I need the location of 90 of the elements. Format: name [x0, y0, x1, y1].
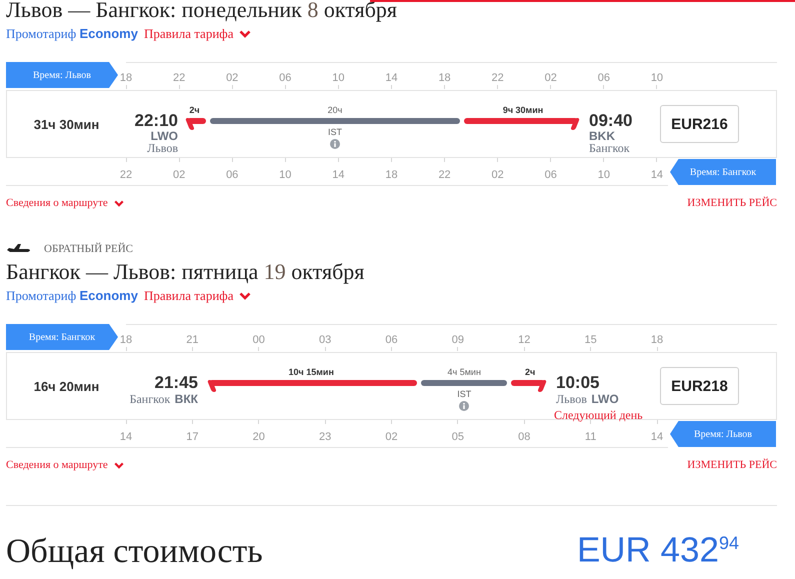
hour-tick-label: 02	[385, 431, 398, 444]
hour-tick-label: 22	[438, 169, 451, 182]
hour-tick-label: 21	[186, 334, 198, 347]
airport-code: BKK	[589, 130, 616, 142]
hour-tick-label: 18	[385, 169, 398, 182]
timezone-tag: Время: Львов	[670, 421, 776, 447]
arrival-time: 09:40	[589, 111, 634, 130]
city-name: Львов	[556, 392, 587, 406]
hour-tick-label: 06	[385, 334, 398, 347]
section-label: ОБРАТНЫЙ РЕЙС	[44, 243, 134, 255]
airport-code: ВКК	[174, 392, 198, 406]
fare-name: Промотариф Economy	[6, 26, 138, 42]
hour-tick-label: 14	[650, 431, 664, 444]
timezone-tag: Время: Львов	[6, 62, 118, 88]
total-label: Общая стоимость	[6, 532, 263, 571]
timezone-tag: Время: Бангкок	[6, 324, 118, 350]
total-price: EUR 432$^{94}$	[576, 530, 739, 570]
hour-tick-label: 14	[332, 169, 344, 182]
hour-tick-label: 22	[172, 72, 186, 85]
flight-title: Львов — Бангкок: понедельник 8 октября	[6, 0, 398, 22]
hour-tick-label: 15	[584, 334, 597, 347]
chevron-down-icon	[239, 292, 252, 300]
segment-duration: 9ч 30мин	[502, 105, 544, 116]
total-duration: 31ч 30мин	[32, 116, 100, 132]
layover-airport: IST	[457, 389, 472, 399]
arrival-time: 10:05	[556, 373, 600, 392]
hour-tick-label: 10	[332, 72, 344, 85]
fare-rules-link[interactable]: Правила тарифа	[144, 288, 252, 304]
hour-tick-label: 10	[279, 169, 292, 182]
segment-duration: 20ч	[328, 105, 342, 116]
total-duration: 16ч 20мин	[32, 378, 100, 394]
hour-tick-label: 10	[598, 169, 610, 182]
info-icon[interactable]	[330, 139, 340, 149]
hour-tick-label: 14	[650, 169, 664, 182]
hour-tick-label: 09	[452, 334, 464, 347]
airport-code: LWO	[150, 130, 178, 142]
change-flight-link[interactable]: ИЗМЕНИТЬ РЕЙС	[687, 459, 777, 471]
hour-tick-label: 00	[252, 334, 265, 347]
airport-code: LWO	[591, 392, 619, 406]
city-name: Бангкок	[130, 392, 170, 406]
hour-tick-label: 22	[492, 72, 504, 85]
hour-tick-label: 11	[584, 431, 596, 444]
hour-tick-label: 10	[650, 72, 664, 85]
hour-tick-label: 02	[172, 169, 186, 182]
route-details-link[interactable]: Сведения о маршруте	[6, 197, 124, 209]
layover-airport: IST	[328, 127, 342, 137]
price-button[interactable]: EUR216	[660, 105, 739, 143]
hour-tick-label: 02	[492, 169, 504, 182]
hour-tick-label: 18	[650, 334, 664, 347]
hour-tick-label: 20	[252, 431, 265, 444]
hour-tick-label: 14	[120, 431, 132, 444]
hour-tick-label: 06	[279, 72, 292, 85]
chevron-down-icon	[239, 30, 252, 38]
hour-tick-label: 18	[438, 72, 451, 85]
change-flight-link[interactable]: ИЗМЕНИТЬ РЕЙС	[687, 197, 777, 209]
chevron-down-icon	[114, 200, 124, 206]
airplane-icon	[6, 243, 32, 255]
chevron-down-icon	[114, 462, 124, 468]
price-button[interactable]: EUR218	[660, 367, 739, 405]
departure-time: 21:45	[154, 373, 198, 392]
hour-tick-label: 14	[385, 72, 398, 85]
segment-duration: 2ч	[189, 105, 200, 116]
hour-tick-label: 06	[544, 169, 557, 182]
next-day-note: Следующий день	[554, 408, 644, 423]
hour-tick-label: 18	[120, 334, 132, 347]
hour-tick-label: 08	[518, 431, 530, 444]
fare-rules-link[interactable]: Правила тарифа	[144, 26, 252, 42]
city-name: Львов	[146, 142, 178, 154]
flight-title: Бангкок — Львов: пятница 19 октября	[6, 259, 366, 284]
route-details-link[interactable]: Сведения о маршруте	[6, 459, 124, 471]
hour-tick-label: 17	[186, 431, 198, 444]
hour-tick-label: 06	[598, 72, 610, 85]
hour-tick-label: 23	[319, 431, 332, 444]
hour-tick-label: 05	[452, 431, 464, 444]
flight-segment-bar	[183, 118, 206, 130]
fare-name: Промотариф Economy	[6, 288, 138, 304]
hour-tick-label: 03	[319, 334, 332, 347]
city-name: Бангкок	[589, 142, 631, 154]
segment-duration: 4ч 5мин	[448, 367, 481, 378]
hour-tick-label: 02	[226, 72, 238, 85]
info-icon[interactable]	[459, 401, 470, 411]
hour-tick-label: 06	[226, 169, 238, 182]
hour-tick-label: 02	[544, 72, 557, 85]
hour-tick-label: 22	[120, 169, 132, 182]
segment-duration: 10ч 15мин	[288, 367, 334, 378]
hour-tick-label: 12	[518, 334, 530, 347]
hour-tick-label: 18	[120, 72, 132, 85]
segment-duration: 2ч	[524, 367, 536, 378]
departure-time: 22:10	[134, 111, 178, 130]
timezone-tag: Время: Бангкок	[670, 159, 776, 185]
